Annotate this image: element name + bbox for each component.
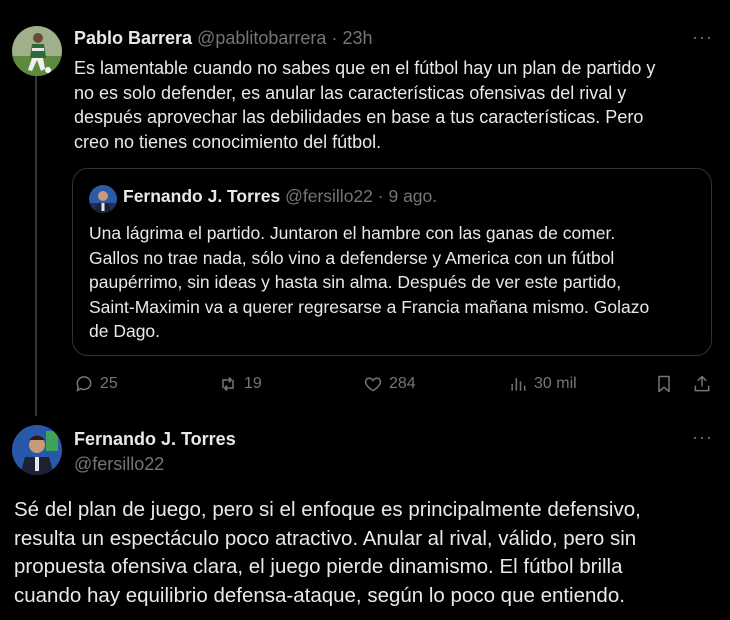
thread-connector-line: [35, 74, 37, 416]
quoted-text: Una lágrima el partido. Juntaron el hamb…: [89, 223, 650, 341]
like-count: 284: [389, 375, 416, 392]
reply-avatar[interactable]: [12, 425, 62, 475]
like-button[interactable]: 284: [363, 374, 416, 394]
repost-count: 19: [244, 375, 262, 392]
reply-icon: [76, 376, 92, 392]
views-count: 30 mil: [534, 375, 577, 392]
share-icon: [694, 375, 710, 392]
quoted-tweet[interactable]: Fernando J. Torres @fersillo22 · 9 ago. …: [72, 168, 712, 356]
tweet-header: Pablo Barrera @pablitobarrera · 23h: [74, 28, 373, 49]
quoted-separator: ·: [377, 186, 384, 206]
header-separator: ·: [331, 28, 338, 48]
like-icon: [364, 377, 382, 392]
reply-button[interactable]: 25: [74, 374, 118, 394]
tweet-time[interactable]: 23h: [342, 28, 372, 48]
quoted-author-name[interactable]: Fernando J. Torres: [123, 186, 280, 206]
views-button[interactable]: 30 mil: [508, 374, 577, 394]
author-handle[interactable]: @pablitobarrera: [197, 28, 326, 48]
reply-more-options-button[interactable]: ···: [692, 427, 713, 448]
reply-count: 25: [100, 375, 118, 392]
quoted-time[interactable]: 9 ago.: [388, 186, 437, 206]
views-icon: [511, 378, 526, 391]
bookmark-button[interactable]: [654, 374, 674, 394]
avatar[interactable]: [12, 26, 62, 76]
author-name[interactable]: Pablo Barrera: [74, 28, 192, 48]
quoted-author-handle[interactable]: @fersillo22: [285, 186, 373, 206]
reply-author-handle[interactable]: @fersillo22: [74, 454, 164, 475]
reply-author-name[interactable]: Fernando J. Torres: [74, 429, 236, 450]
tweet-text: Es lamentable cuando no sabes que en el …: [74, 58, 656, 152]
quoted-header: Fernando J. Torres @fersillo22 · 9 ago.: [123, 186, 437, 207]
bookmark-icon: [658, 375, 670, 393]
repost-icon: [222, 376, 234, 392]
reply-text: Sé del plan de juego, pero si el enfoque…: [14, 498, 641, 607]
more-options-button[interactable]: ···: [692, 27, 713, 48]
quoted-avatar[interactable]: [89, 185, 117, 213]
repost-button[interactable]: 19: [218, 374, 262, 394]
share-button[interactable]: [692, 374, 712, 394]
